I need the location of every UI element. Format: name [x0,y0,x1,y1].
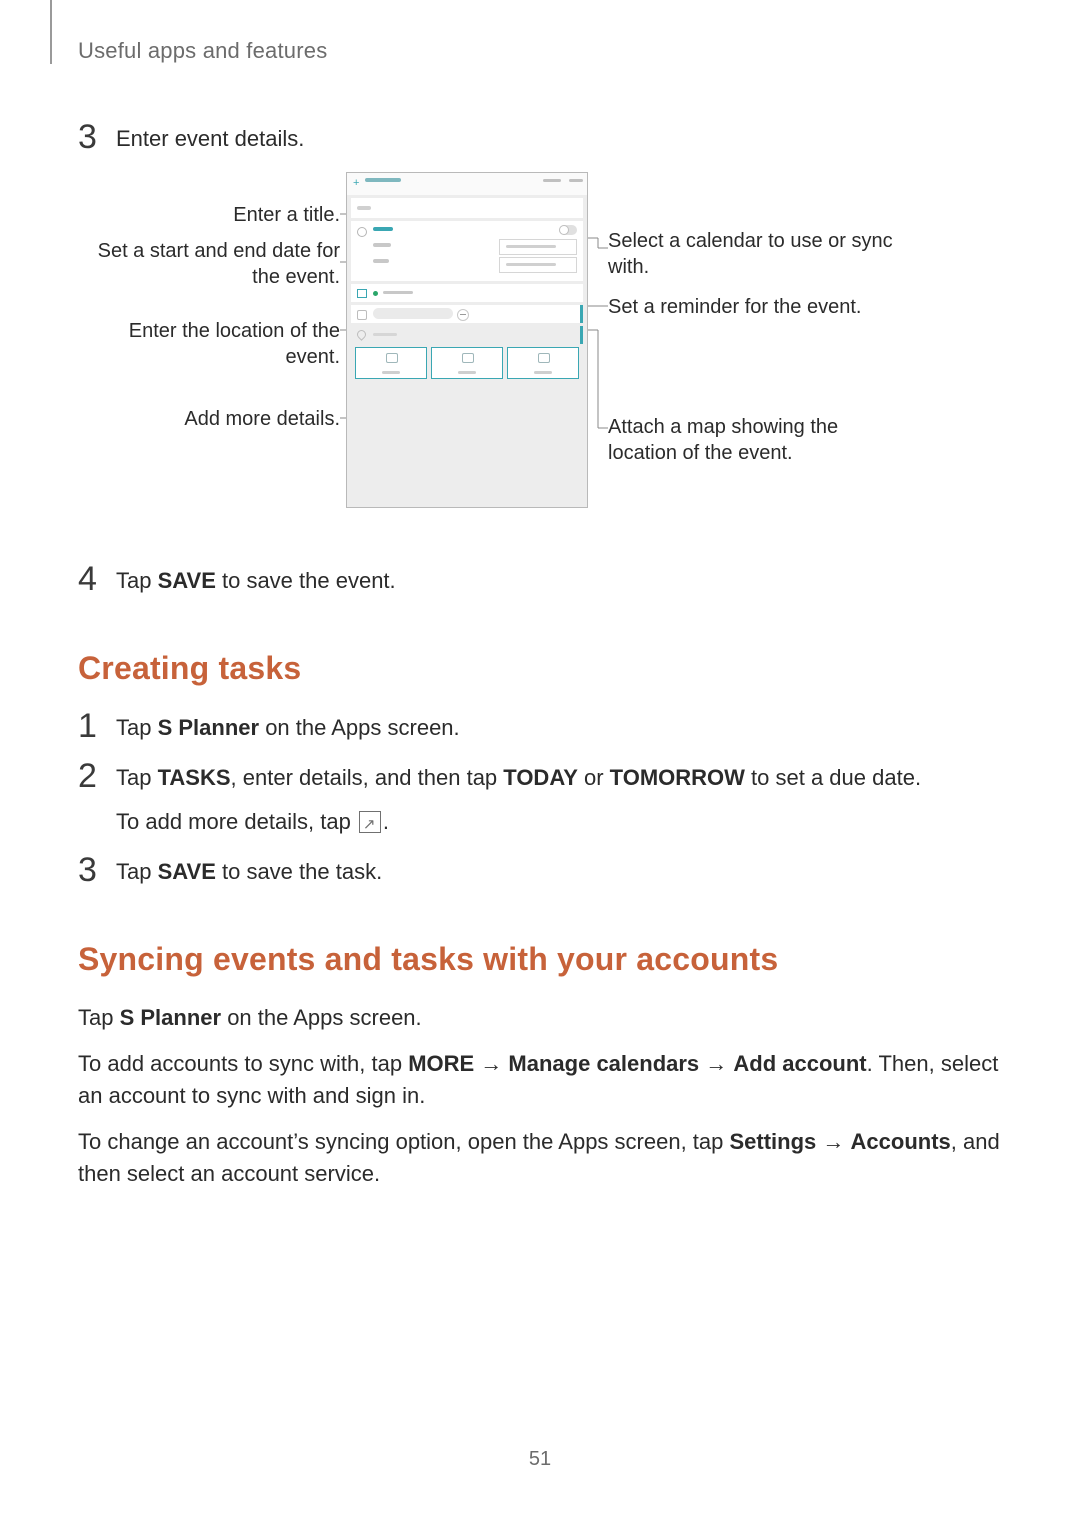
event-editor-screenshot: + [346,172,588,508]
screenshot-date-block [351,221,583,281]
syncing-para-3: To change an account’s syncing option, o… [78,1126,1002,1190]
syncing-para-2: To add accounts to sync with, tap MORE →… [78,1048,1002,1112]
step-text: Tap TASKS, enter details, and then tap T… [116,761,921,837]
plus-icon: + [353,177,359,189]
step-number: 3 [78,122,116,154]
event-details-diagram: Enter a title. Set a start and end date … [78,172,1002,532]
expand-icon [359,811,381,833]
tasks-step-3: 3 Tap SAVE to save the task. [78,855,1002,887]
screenshot-detail-tabs [355,347,579,379]
header-label [365,178,401,182]
step-number: 3 [78,855,116,887]
callout-title: Enter a title. [78,202,340,228]
step-3: 3 Enter event details. [78,122,1002,154]
step-text: Tap SAVE to save the task. [116,855,382,887]
screenshot-title-field [351,198,583,218]
screenshot-location-row [351,326,583,344]
location-pin-icon [355,328,368,341]
reminder-icon [357,310,367,320]
tasks-step-1: 1 Tap S Planner on the Apps screen. [78,711,1002,743]
step-number: 2 [78,761,116,837]
step-text: Enter event details. [116,122,304,154]
tasks-step-2: 2 Tap TASKS, enter details, and then tap… [78,761,1002,837]
allday-toggle-icon [559,225,577,235]
remove-icon [457,309,469,321]
callout-map: Attach a map showing the location of the… [608,414,908,466]
page-number: 51 [0,1448,1080,1471]
calendar-icon [357,289,367,298]
syncing-para-1: Tap S Planner on the Apps screen. [78,1002,1002,1034]
callout-more-details: Add more details. [78,406,340,432]
step-4: 4 Tap SAVE to save the event. [78,564,1002,596]
callout-location: Enter the location of the event. [78,318,340,370]
detail-tab [507,347,579,379]
heading-syncing: Syncing events and tasks with your accou… [78,941,1002,978]
heading-creating-tasks: Creating tasks [78,650,1002,687]
callout-reminder: Set a reminder for the event. [608,294,908,320]
step-text: Tap SAVE to save the event. [116,564,396,596]
screenshot-header: + [347,173,587,195]
step-text: Tap S Planner on the Apps screen. [116,711,460,743]
detail-tab [355,347,427,379]
step-number: 4 [78,564,116,596]
detail-tab [431,347,503,379]
clock-icon [357,227,367,237]
callout-calendar: Select a calendar to use or sync with. [608,228,908,280]
page-tab-rule [50,0,52,64]
screenshot-calendar-row [351,284,583,302]
step-number: 1 [78,711,116,743]
screenshot-reminder-row [351,305,583,323]
callout-dates: Set a start and end date for the event. [78,238,340,290]
breadcrumb: Useful apps and features [78,38,1002,64]
